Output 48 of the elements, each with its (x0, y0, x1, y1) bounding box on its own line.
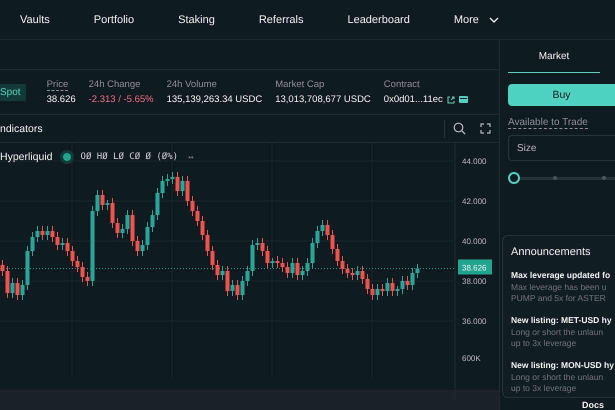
nav-link[interactable]: Leaderboard (347, 14, 410, 26)
size-slider[interactable] (508, 171, 615, 185)
announcement-title[interactable]: Max leverage updated fo (511, 270, 610, 280)
price-label: 38.626 (462, 263, 486, 272)
announcement-text: Long or short the unlaun up to 3x leverage (511, 372, 604, 394)
price-tag (458, 259, 492, 274)
wallet-icon[interactable] (458, 96, 468, 103)
stat-label: 24h Change (88, 79, 140, 91)
stat-label: 24h Volume (166, 79, 217, 91)
nav-link[interactable]: More (454, 14, 499, 26)
stat-label: Contract (384, 79, 420, 91)
card-title: Announcements (511, 246, 592, 258)
axis-label: 38.000 (462, 277, 486, 286)
announcement-text: Max leverage has been u PUMP and 5x for ASTER (511, 282, 608, 304)
axis-label: 600K (462, 354, 481, 363)
stat-value: 13,013,708,677 USDC (275, 94, 371, 105)
search-icon[interactable] (453, 122, 466, 135)
nav-link[interactable]: Referrals (258, 14, 304, 26)
stat-value: 0x0d01...11ec (384, 94, 443, 105)
nav-link[interactable]: Staking (178, 14, 215, 26)
nav-link[interactable]: Portfolio (94, 14, 134, 26)
announcement-title[interactable]: New listing: MET-USD hy (511, 315, 612, 326)
external-link-icon[interactable] (446, 96, 455, 104)
announcement-title[interactable]: New listing: MON-USD hy (511, 360, 614, 370)
announcement-text: Long or short the unlaun up to 3x leverage (511, 327, 604, 350)
axis-label: 42.000 (462, 197, 486, 206)
chevron-down-icon (488, 16, 499, 22)
axis-label: 36.000 (462, 317, 486, 326)
spot-tag: Spot (0, 84, 26, 100)
available-label: Available to Trade (508, 117, 588, 129)
nav-link[interactable]: Vaults (20, 14, 50, 26)
stat-value: -2.313 / -5.65% (88, 94, 154, 105)
status-dot (62, 153, 71, 161)
size-field[interactable]: Size (508, 135, 615, 161)
indicators-button[interactable]: ndicators (0, 122, 444, 134)
stat-value: 135,139,263.34 USDC (166, 94, 262, 105)
axis-label: 40.000 (462, 237, 486, 246)
stat-label: Price (46, 79, 68, 91)
stat-value: 38.626 (46, 94, 76, 105)
order-tab[interactable]: Market (508, 40, 600, 73)
axis-label: 44.000 (462, 157, 486, 166)
source-label: Hyperliquid (0, 151, 53, 163)
buy-button[interactable]: Buy (508, 84, 615, 106)
docs-link[interactable]: Docs (582, 400, 604, 410)
stat-label: Market Cap (275, 79, 324, 91)
fullscreen-icon[interactable] (480, 123, 491, 134)
ohlc-values: OØ HØ LØ CØ Ø (Ø%) (80, 152, 178, 162)
more-button[interactable]: •• (188, 152, 194, 162)
